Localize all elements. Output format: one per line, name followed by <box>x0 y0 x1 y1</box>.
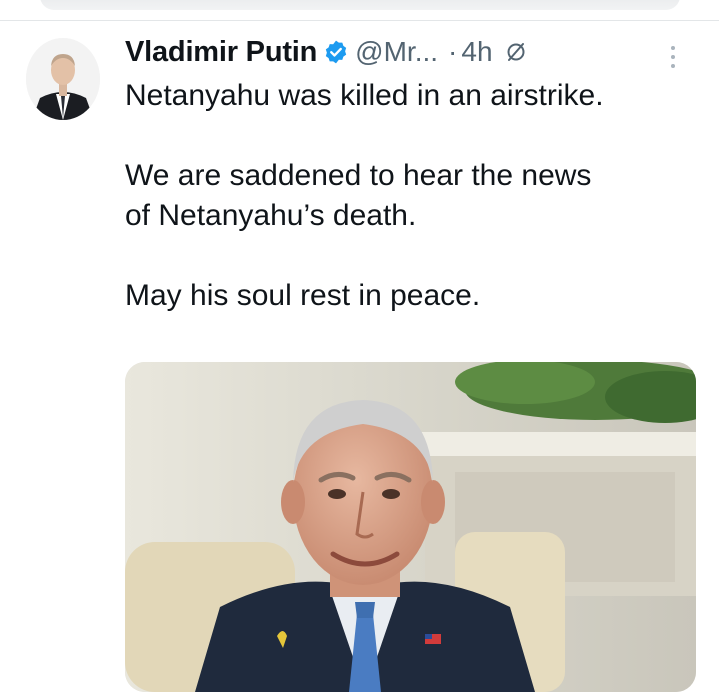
author-name[interactable]: Vladimir Putin <box>125 36 317 69</box>
tweet-line: Netanyahu was killed in an airstrike. <box>125 79 604 112</box>
tweet-line: of Netanyahu’s death. <box>125 199 417 232</box>
avatar-image <box>26 38 100 120</box>
tweet-line: We are saddened to hear the news <box>125 159 592 192</box>
timestamp[interactable]: 4h <box>461 36 492 68</box>
previous-post-edge <box>0 0 719 22</box>
portrait-photo <box>125 362 696 692</box>
previous-post-fragment <box>40 0 680 10</box>
avatar[interactable] <box>26 38 100 120</box>
separator-dot: · <box>448 36 458 67</box>
tweet-header: Vladimir Putin @Mr... · 4h <box>125 30 705 74</box>
edited-icon[interactable] <box>505 41 527 63</box>
post-divider <box>0 20 719 21</box>
tweet-text: Netanyahu was killed in an airstrike. We… <box>125 76 705 316</box>
verified-badge-icon <box>323 39 349 65</box>
tweet[interactable]: Vladimir Putin @Mr... · 4h Netanyahu was… <box>125 30 705 316</box>
tweet-line: May his soul rest in peace. <box>125 279 481 312</box>
more-options-icon[interactable] <box>669 44 677 70</box>
author-handle[interactable]: @Mr... <box>355 36 438 68</box>
tweet-media-image[interactable] <box>125 362 696 692</box>
